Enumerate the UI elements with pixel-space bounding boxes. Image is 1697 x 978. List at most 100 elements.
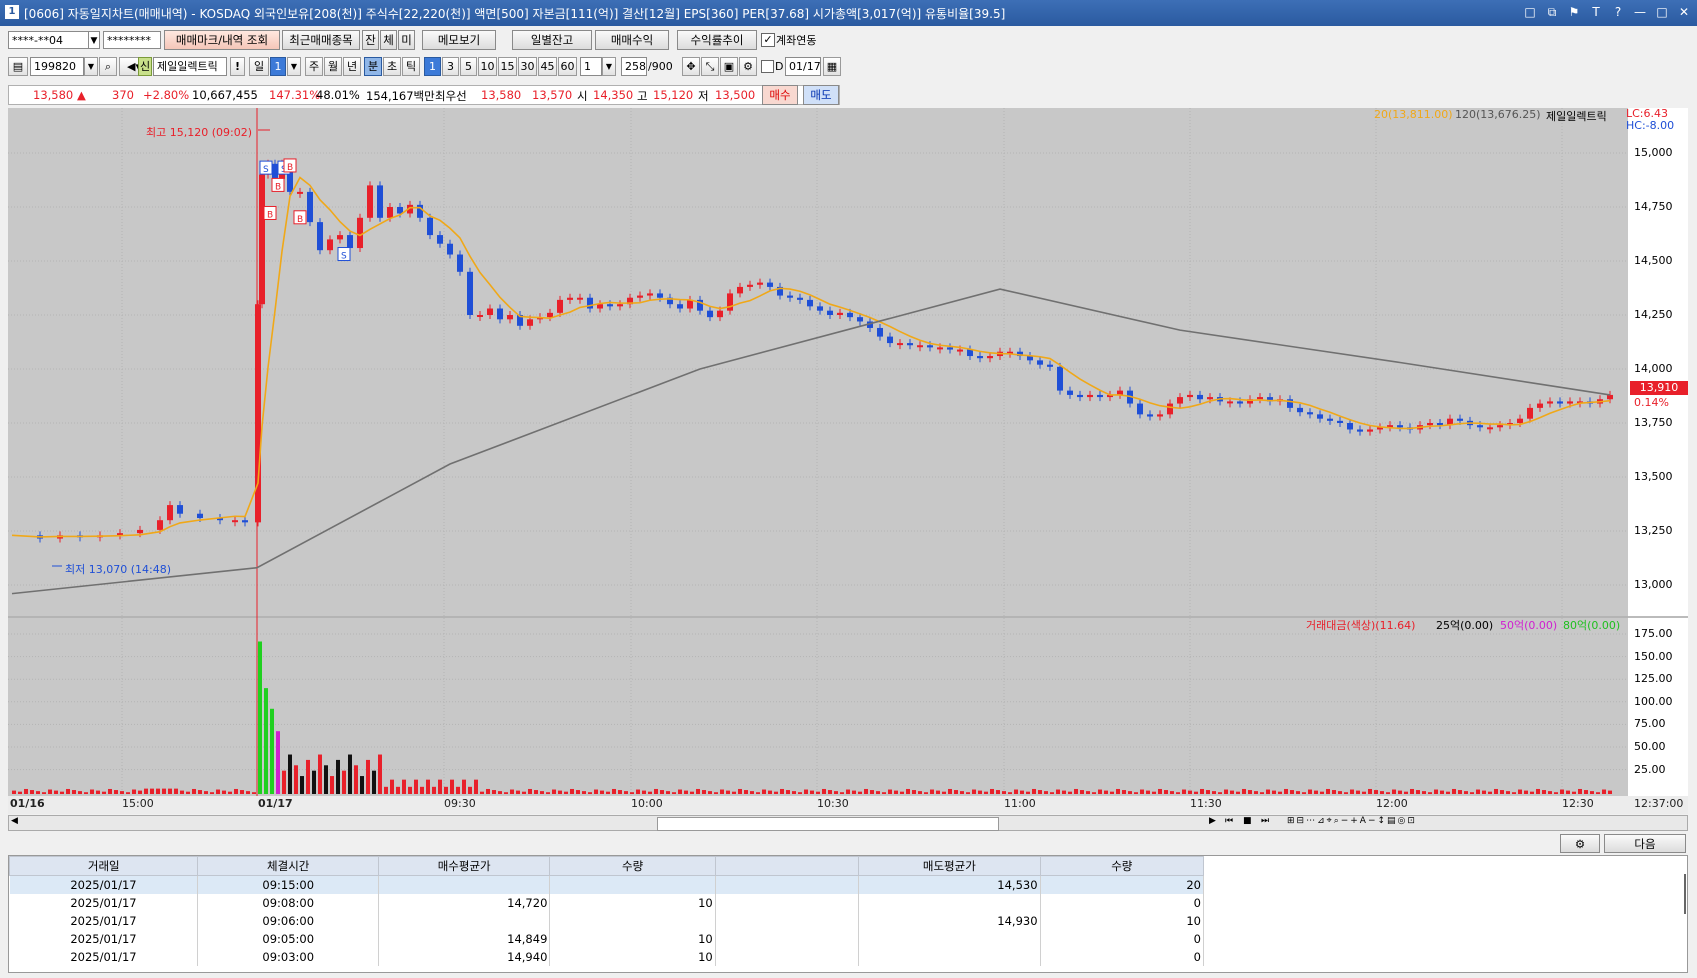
volume-bar bbox=[306, 759, 310, 794]
candle bbox=[1477, 425, 1483, 428]
scroll-left-icon[interactable]: ◀ bbox=[11, 816, 18, 826]
volume-bar bbox=[1080, 790, 1084, 794]
volume-bar bbox=[372, 770, 376, 794]
volume-bar bbox=[282, 770, 286, 794]
volume-bar bbox=[1608, 790, 1612, 794]
volume-bar bbox=[1302, 792, 1306, 794]
volume-bar bbox=[1266, 789, 1270, 794]
candle bbox=[607, 304, 613, 307]
volume-bar bbox=[990, 788, 994, 794]
volume-bar bbox=[498, 791, 502, 794]
candle bbox=[1327, 418, 1333, 421]
table-row[interactable]: 2025/01/17 09:05:00 14,849 10 0 bbox=[9, 930, 1205, 948]
settings-gear-icon[interactable]: ⚙ bbox=[1560, 834, 1600, 853]
volume-bar bbox=[1344, 792, 1348, 794]
ma20-legend: 20(13,811.00) bbox=[1374, 108, 1453, 121]
volume-bar bbox=[1086, 791, 1090, 794]
candle bbox=[827, 310, 833, 315]
candle bbox=[657, 293, 663, 298]
table-cell: 0 bbox=[1040, 948, 1205, 966]
volume-bar bbox=[1500, 790, 1504, 794]
volume-bar bbox=[1386, 792, 1390, 794]
time-axis-label: 11:30 bbox=[1190, 797, 1222, 810]
next-button[interactable]: 다음 bbox=[1604, 834, 1686, 853]
table-scrollbar[interactable] bbox=[1684, 874, 1686, 914]
candle bbox=[197, 513, 203, 519]
price-chart[interactable]: SBBSBBS bbox=[0, 0, 1697, 978]
volume-bar bbox=[72, 790, 76, 794]
volume-bar bbox=[264, 688, 268, 794]
chart-scrollbar[interactable]: ◀ ▶ ⏮ ■ ⏭ ⊞⊟⋯⊿⌖⌕−+A−↕▤◎⊡ bbox=[8, 815, 1688, 831]
volume-bar bbox=[1494, 788, 1498, 794]
volume-bar bbox=[1452, 788, 1456, 794]
scroll-right-icon[interactable]: ▶ bbox=[1209, 816, 1216, 826]
current-price-tag: 13,910 bbox=[1630, 381, 1688, 395]
rewind-icon[interactable]: ⏮ bbox=[1225, 816, 1233, 826]
volume-bar bbox=[1230, 790, 1234, 794]
candle bbox=[557, 299, 563, 313]
candle bbox=[377, 185, 383, 218]
volume-bar bbox=[1392, 789, 1396, 794]
volume-bar bbox=[18, 791, 22, 794]
high-annotation: 최고 15,120 (09:02) bbox=[146, 126, 253, 139]
volume-bar bbox=[894, 790, 898, 794]
volume-bar bbox=[822, 788, 826, 794]
trade-marker-label: B bbox=[275, 182, 281, 192]
current-pct-tag: 0.14% bbox=[1634, 396, 1669, 409]
stop-icon[interactable]: ■ bbox=[1243, 816, 1252, 826]
volume-bar bbox=[96, 790, 100, 794]
candle bbox=[1517, 418, 1523, 423]
volume-bar bbox=[432, 786, 436, 794]
candle bbox=[567, 297, 573, 300]
table-row[interactable]: 2025/01/17 09:08:00 14,720 10 0 bbox=[9, 894, 1205, 912]
candle bbox=[297, 191, 303, 194]
volume-bar bbox=[726, 790, 730, 794]
candle bbox=[367, 185, 373, 218]
volume-bar bbox=[1398, 790, 1402, 794]
volume-bar bbox=[1554, 792, 1558, 794]
table-cell: 2025/01/17 bbox=[9, 930, 199, 948]
volume-bar bbox=[1176, 792, 1180, 794]
volume-bar bbox=[108, 788, 112, 794]
volume-bar bbox=[732, 791, 736, 794]
volume-bar bbox=[1146, 790, 1150, 794]
table-row[interactable]: 2025/01/17 09:03:00 14,940 10 0 bbox=[9, 948, 1205, 966]
candle bbox=[1227, 401, 1233, 404]
volume-bar bbox=[672, 792, 676, 794]
candle bbox=[337, 235, 343, 240]
volume-bar bbox=[168, 788, 172, 794]
volume-bar bbox=[762, 789, 766, 794]
volume-bar bbox=[816, 791, 820, 794]
volume-bar bbox=[1134, 792, 1138, 794]
volume-bar bbox=[738, 788, 742, 794]
volume-bar bbox=[42, 792, 46, 794]
volume-bar bbox=[78, 791, 82, 794]
volume-bar bbox=[1506, 791, 1510, 794]
volume-bar bbox=[450, 779, 454, 794]
volume-bar bbox=[150, 788, 154, 794]
volume-bar bbox=[558, 790, 562, 794]
table-row[interactable]: 2025/01/17 09:06:00 14,930 10 bbox=[9, 912, 1205, 930]
price-tick-label: 13,000 bbox=[1634, 578, 1673, 591]
candle bbox=[1547, 401, 1553, 404]
volume-bar bbox=[102, 791, 106, 794]
volume-bar bbox=[804, 789, 808, 794]
fast-forward-icon[interactable]: ⏭ bbox=[1261, 816, 1269, 826]
volume-bar bbox=[1578, 788, 1582, 794]
volume-bar bbox=[1482, 790, 1486, 794]
candle bbox=[917, 345, 923, 348]
volume-bar bbox=[66, 788, 70, 794]
volume-bar bbox=[576, 790, 580, 794]
candle bbox=[1357, 429, 1363, 432]
chart-tools-icon[interactable]: ⊞⊟⋯⊿⌖⌕−+A−↕▤◎⊡ bbox=[1287, 816, 1417, 826]
candle bbox=[547, 312, 553, 318]
table-cell bbox=[715, 875, 860, 894]
volume-bar bbox=[132, 789, 136, 794]
scroll-thumb[interactable] bbox=[657, 817, 999, 831]
table-cell: 09:05:00 bbox=[197, 930, 379, 948]
candle bbox=[1097, 394, 1103, 398]
table-cell bbox=[858, 894, 1041, 912]
volume-bar bbox=[336, 759, 340, 794]
volume-bar bbox=[156, 788, 160, 794]
table-row[interactable]: 2025/01/17 09:15:00 14,530 20 bbox=[9, 875, 1205, 894]
